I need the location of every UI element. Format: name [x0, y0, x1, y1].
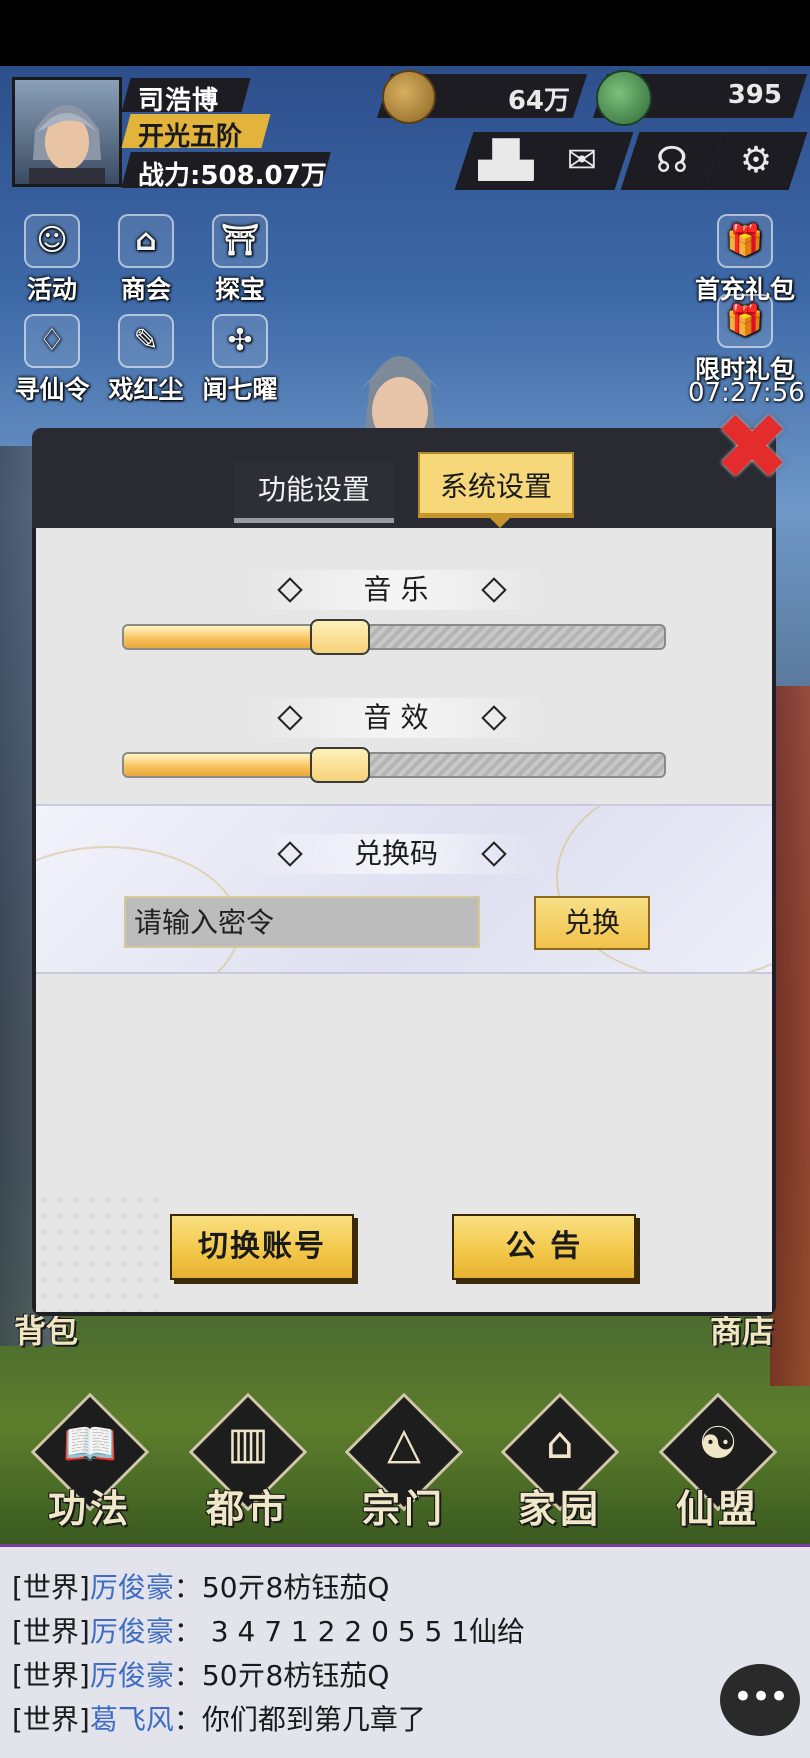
- support-icon[interactable]: ☊: [630, 138, 714, 184]
- chat-channel: [世界]: [12, 1571, 90, 1604]
- nav-skills[interactable]: 📖 功法: [28, 1392, 152, 1531]
- menu-seven-stars[interactable]: ✣ 闻七曜: [194, 314, 286, 406]
- dialog-header: [32, 428, 776, 528]
- temple-right: [770, 686, 810, 1386]
- music-slider-track[interactable]: [122, 624, 666, 650]
- nav-sect-label: 宗门: [361, 1487, 446, 1531]
- menu-treasure[interactable]: ⛩ 探宝: [194, 214, 286, 306]
- close-icon[interactable]: ✖: [712, 402, 792, 494]
- redeem-code-input[interactable]: [124, 896, 480, 948]
- nav-skills-label: 功法: [47, 1487, 132, 1531]
- house-icon: ⌂: [546, 1418, 574, 1469]
- redeem-panel: [36, 804, 772, 974]
- chat-sender[interactable]: 厉俊豪: [90, 1659, 174, 1692]
- chat-text: ：你们都到第几章了: [173, 1703, 426, 1736]
- avatar-portrait: [29, 105, 105, 184]
- announcement-button[interactable]: 公 告: [452, 1214, 636, 1280]
- building-icon: ▥: [227, 1418, 269, 1469]
- menu-drama[interactable]: ✎ 戏红尘: [100, 314, 192, 406]
- menu-chamber[interactable]: ⌂ 商会: [100, 214, 192, 306]
- token-icon: ♢: [24, 314, 80, 368]
- nav-home[interactable]: ⌂ 家园: [498, 1392, 622, 1531]
- chat-message: [世界]厉俊豪：50亓8枋钰茄Q: [12, 1654, 389, 1694]
- mountain-icon: △: [387, 1418, 421, 1469]
- menu-drama-label: 戏红尘: [108, 375, 184, 404]
- nav-city[interactable]: ▥ 都市: [186, 1392, 310, 1531]
- brush-icon: ✎: [118, 314, 174, 368]
- menu-activity-label: 活动: [26, 275, 77, 304]
- chat-text: ： 3 4 7 1 2 2 0 5 5 1仙给: [173, 1615, 526, 1648]
- redeem-button[interactable]: 兑换: [534, 896, 650, 950]
- player-name: 司浩博: [138, 86, 220, 116]
- gift-icon: 🎁: [717, 214, 773, 268]
- chat-sender[interactable]: 葛飞风: [90, 1703, 174, 1736]
- mail-icon[interactable]: ✉: [540, 138, 624, 184]
- book-icon: 📖: [62, 1419, 118, 1470]
- menu-treasure-label: 探宝: [214, 275, 265, 304]
- lantern-icon: ⌂: [118, 214, 174, 268]
- switch-account-button[interactable]: 切换账号: [170, 1214, 354, 1280]
- tab-function-settings[interactable]: 功能设置: [234, 462, 394, 523]
- limited-gift[interactable]: 🎁 限时礼包: [690, 294, 800, 386]
- chat-message: [世界]厉俊豪： 3 4 7 1 2 2 0 5 5 1仙给: [12, 1610, 525, 1650]
- nav-alliance[interactable]: ☯ 仙盟: [656, 1392, 780, 1531]
- status-bar-area: [0, 0, 810, 66]
- menu-seven-stars-label: 闻七曜: [202, 375, 278, 404]
- chat-channel: [世界]: [12, 1615, 90, 1648]
- music-slider-handle[interactable]: [310, 619, 370, 655]
- pinwheel-icon: ✣: [212, 314, 268, 368]
- gate-icon: ⛩: [212, 214, 268, 268]
- sfx-slider-handle[interactable]: [310, 747, 370, 783]
- yin-yang-icon: ☯: [698, 1418, 738, 1469]
- chat-sender[interactable]: 厉俊豪: [90, 1615, 174, 1648]
- menu-immortal-order[interactable]: ♢ 寻仙令: [6, 314, 98, 406]
- nav-sect[interactable]: △ 宗门: [342, 1392, 466, 1531]
- nav-city-label: 都市: [205, 1487, 290, 1531]
- tab-system-settings[interactable]: 系统设置: [418, 452, 574, 518]
- coin-amount: 64万: [507, 86, 570, 116]
- nav-home-label: 家园: [517, 1487, 602, 1531]
- first-recharge-gift[interactable]: 🎁 首充礼包: [690, 214, 800, 306]
- coin-icon: [382, 70, 436, 124]
- sfx-slider-track[interactable]: [122, 752, 666, 778]
- chat-channel: [世界]: [12, 1703, 90, 1736]
- chat-message: [世界]葛飞风：你们都到第几章了: [12, 1698, 426, 1738]
- chat-text: ：50亓8枋钰茄Q: [173, 1659, 390, 1692]
- settings-icon[interactable]: ⚙: [714, 138, 798, 184]
- menu-chamber-label: 商会: [120, 275, 171, 304]
- menu-activity[interactable]: ☺ 活动: [6, 214, 98, 306]
- player-avatar[interactable]: [12, 77, 122, 187]
- active-tab-pointer: [488, 516, 512, 528]
- dot-pattern: [36, 1192, 166, 1312]
- player-rank: 开光五阶: [138, 122, 243, 152]
- jade-icon: [596, 70, 652, 126]
- chat-text: ：50亓8枋钰茄Q: [173, 1571, 390, 1604]
- gift-box-icon: 🎁: [717, 294, 773, 348]
- chat-channel: [世界]: [12, 1659, 90, 1692]
- balloon-icon: ☺: [24, 214, 80, 268]
- nav-alliance-label: 仙盟: [675, 1487, 760, 1531]
- menu-immortal-order-label: 寻仙令: [14, 375, 90, 404]
- chat-sender[interactable]: 厉俊豪: [90, 1571, 174, 1604]
- chat-bubble-icon[interactable]: •••: [720, 1664, 800, 1736]
- jade-amount: 395: [727, 80, 782, 110]
- player-power: 战力:508.07万: [138, 161, 327, 191]
- chat-message: [世界]厉俊豪：50亓8枋钰茄Q: [12, 1566, 389, 1606]
